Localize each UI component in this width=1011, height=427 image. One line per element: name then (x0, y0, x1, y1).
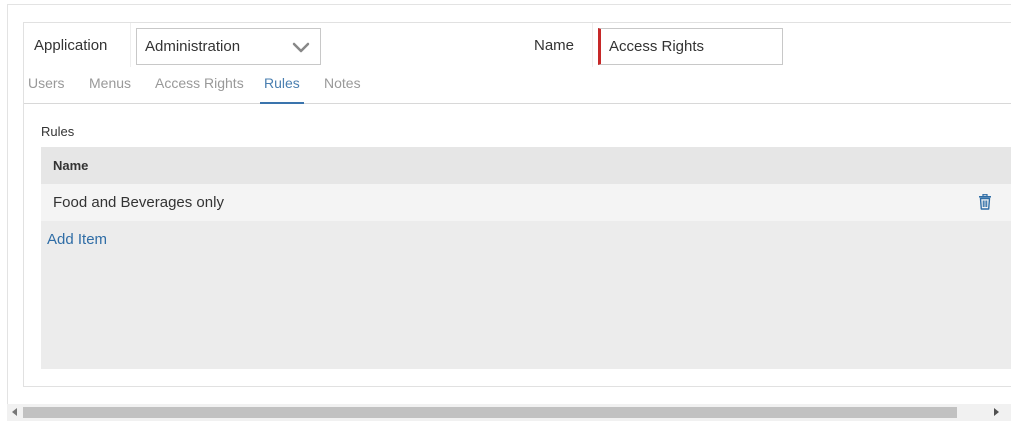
tab-menus[interactable]: Menus (89, 75, 131, 104)
label-divider (592, 23, 593, 67)
application-label: Application (34, 37, 108, 54)
tab-users[interactable]: Users (28, 75, 65, 104)
trash-icon[interactable] (978, 194, 992, 210)
tab-access-rights[interactable]: Access Rights (155, 75, 244, 104)
rule-name-cell: Food and Beverages only (53, 194, 224, 211)
scroll-right-arrow-icon[interactable] (994, 408, 999, 416)
scrollbar-thumb[interactable] (23, 407, 957, 418)
application-select-value: Administration (145, 38, 241, 55)
scroll-left-arrow-icon[interactable] (12, 408, 17, 416)
add-item-link[interactable]: Add Item (47, 231, 107, 248)
name-input[interactable] (598, 28, 783, 65)
record-panel: Application Administration Name Users Me… (23, 22, 1011, 387)
rules-grid: Name Food and Beverages only Add Item (41, 147, 1011, 369)
chevron-down-icon (292, 42, 310, 53)
tab-rules[interactable]: Rules (260, 75, 304, 104)
column-header-name: Name (53, 158, 89, 173)
tab-bar: Users Menus Access Rights Rules Notes (24, 67, 1011, 104)
tab-notes[interactable]: Notes (324, 75, 361, 104)
horizontal-scrollbar[interactable] (7, 404, 1011, 421)
name-label: Name (534, 37, 575, 54)
application-select[interactable]: Administration (136, 28, 321, 65)
label-divider (130, 23, 131, 67)
table-row[interactable]: Food and Beverages only (41, 184, 1011, 221)
rules-section-title: Rules (41, 124, 75, 139)
grid-header: Name (41, 147, 1011, 184)
